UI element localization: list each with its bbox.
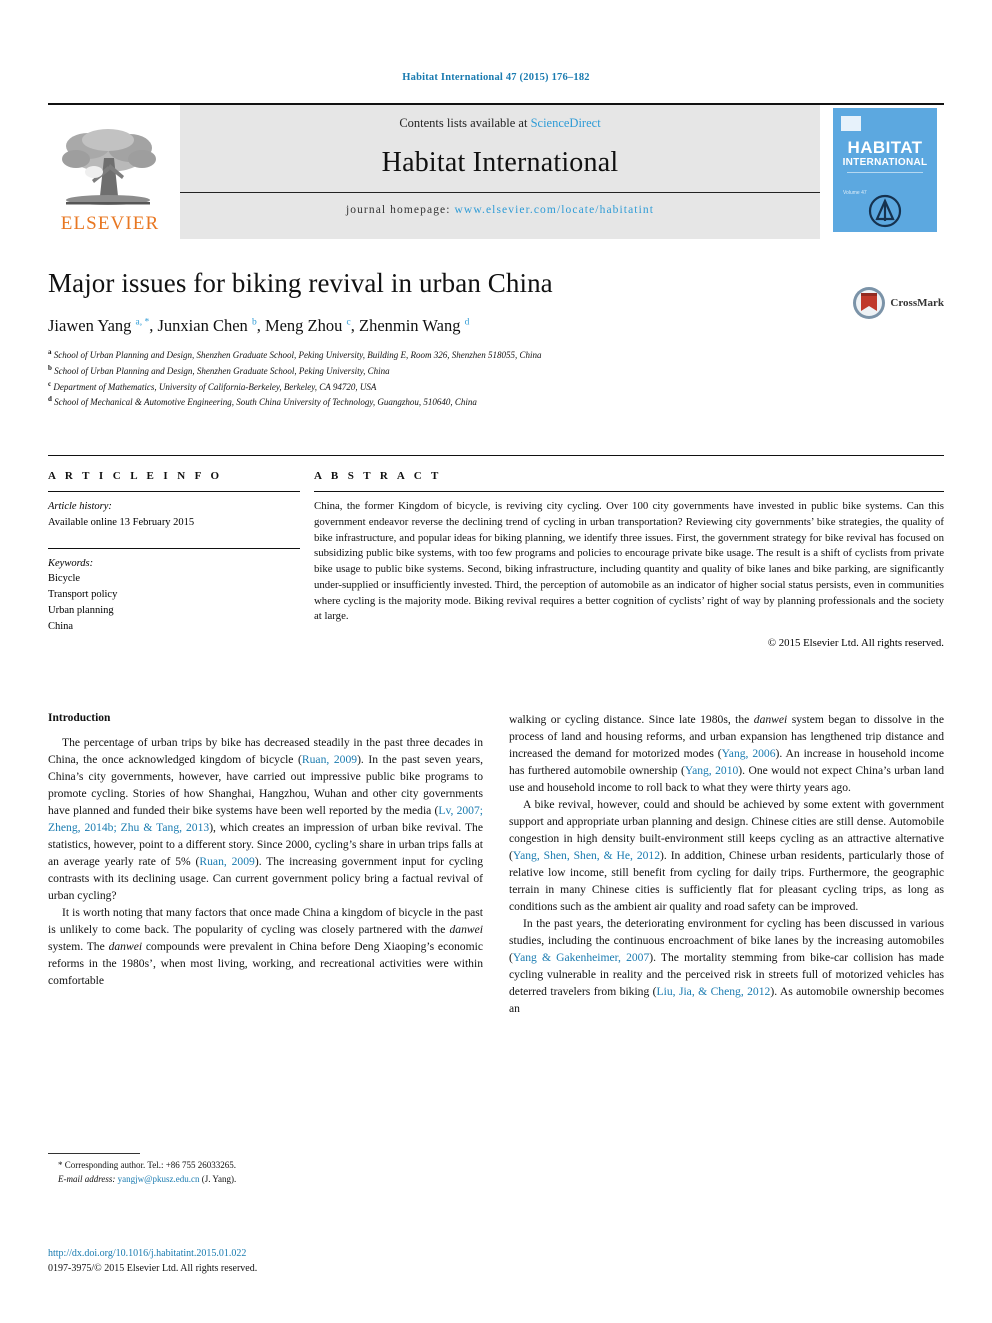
cover-image: HABITAT INTERNATIONAL Volume 47 [833,108,937,232]
keywords-block: Keywords: Bicycle Transport policy Urban… [48,547,300,635]
article-history-label: Article history: [48,501,112,512]
keyword-item: China [48,620,74,632]
abstract-column: A B S T R A C T China, the former Kingdo… [314,470,944,649]
email-link[interactable]: yangjw@pkusz.edu.cn [118,1174,200,1184]
journal-masthead: ELSEVIER Contents lists available at Sci… [48,103,944,239]
body-column-right: walking or cycling distance. Since late … [509,712,944,1232]
cover-title-line1: HABITAT [847,138,923,157]
abstract-text: China, the former Kingdom of bicycle, is… [314,500,944,623]
crossmark-icon [853,287,886,319]
doi-block: http://dx.doi.org/10.1016/j.habitatint.2… [48,1247,478,1276]
corresponding-author-text: * Corresponding author. Tel.: +86 755 26… [58,1160,237,1170]
article-page: Habitat International 47 (2015) 176–182 [0,0,992,1323]
email-line: E-mail address: yangjw@pkusz.edu.cn (J. … [48,1173,478,1187]
elsevier-tree-icon [62,129,156,205]
article-info-column: A R T I C L E I N F O Article history: A… [48,470,314,649]
abstract-copyright: © 2015 Elsevier Ltd. All rights reserved… [767,637,944,649]
cover-divider [847,172,923,173]
journal-cover-thumbnail: HABITAT INTERNATIONAL Volume 47 [826,105,944,239]
footnote-block: * Corresponding author. Tel.: +86 755 26… [48,1153,478,1186]
footnote-rule [48,1153,140,1154]
sciencedirect-link[interactable]: ScienceDirect [531,116,601,130]
affiliation-item: a School of Urban Planning and Design, S… [48,348,542,361]
body-paragraph: walking or cycling distance. Since late … [509,713,944,794]
left-paragraphs: The percentage of urban trips by bike ha… [48,735,483,990]
journal-banner: Contents lists available at ScienceDirec… [180,105,820,239]
issn-copyright-line: 0197-3975/© 2015 Elsevier Ltd. All right… [48,1262,258,1274]
title-block: CrossMark Major issues for biking reviva… [48,268,944,410]
info-abstract-section: A R T I C L E I N F O Article history: A… [48,455,944,649]
crossmark-label: CrossMark [890,297,944,309]
article-info-heading: A R T I C L E I N F O [48,470,223,482]
journal-homepage-line: journal homepage: www.elsevier.com/locat… [346,204,654,216]
article-info-rule-top [48,491,300,492]
section-heading-introduction: Introduction [48,712,111,724]
crossmark-badge[interactable]: CrossMark [852,286,944,320]
keywords-rule [48,547,300,549]
keyword-item: Urban planning [48,604,114,616]
author-list: Jiawen Yang a, *, Junxian Chen b, Meng Z… [48,316,470,336]
cover-tagline: Volume 47 [843,190,867,196]
corresponding-author-note: * Corresponding author. Tel.: +86 755 26… [48,1159,478,1186]
banner-divider [180,192,820,193]
affiliation-item: d School of Mechanical & Automotive Engi… [48,395,477,408]
right-paragraphs: walking or cycling distance. Since late … [509,712,944,1018]
body-paragraph: It is worth noting that many factors tha… [48,905,483,987]
keyword-item: Transport policy [48,589,118,600]
body-paragraph: In the past years, the deteriorating env… [509,916,945,1015]
contents-prefix: Contents lists available at [399,116,531,130]
abstract-heading: A B S T R A C T [314,470,442,482]
article-history-value: Available online 13 February 2015 [48,516,195,528]
journal-title: Habitat International [381,147,619,178]
affiliation-list: a School of Urban Planning and Design, S… [48,347,944,409]
keyword-item: Bicycle [48,573,81,585]
keywords-label: Keywords: [48,557,94,569]
running-head: Habitat International 47 (2015) 176–182 [402,72,590,83]
body-paragraph: The percentage of urban trips by bike ha… [48,736,483,902]
page-title: Major issues for biking revival in urban… [48,268,553,298]
elsevier-wordmark: ELSEVIER [60,213,160,234]
cover-emblem-icon [868,194,902,228]
elsevier-logo: ELSEVIER [48,105,172,239]
email-label: E-mail address: [58,1173,116,1184]
homepage-url-link[interactable]: www.elsevier.com/locate/habitatint [455,204,655,216]
affiliation-item: b School of Urban Planning and Design, S… [48,364,390,377]
body-paragraph: A bike revival, however, could and shoul… [509,797,944,913]
contents-available-line: Contents lists available at ScienceDirec… [399,116,600,131]
affiliation-item: c Department of Mathematics, University … [48,379,377,392]
homepage-prefix: journal homepage: [345,204,455,216]
email-suffix: (J. Yang). [201,1173,237,1184]
cover-mini-logo-icon [841,116,861,131]
cover-title-line2: INTERNATIONAL [842,157,928,168]
doi-link[interactable]: http://dx.doi.org/10.1016/j.habitatint.2… [48,1247,478,1262]
abstract-rule-top [314,491,944,492]
